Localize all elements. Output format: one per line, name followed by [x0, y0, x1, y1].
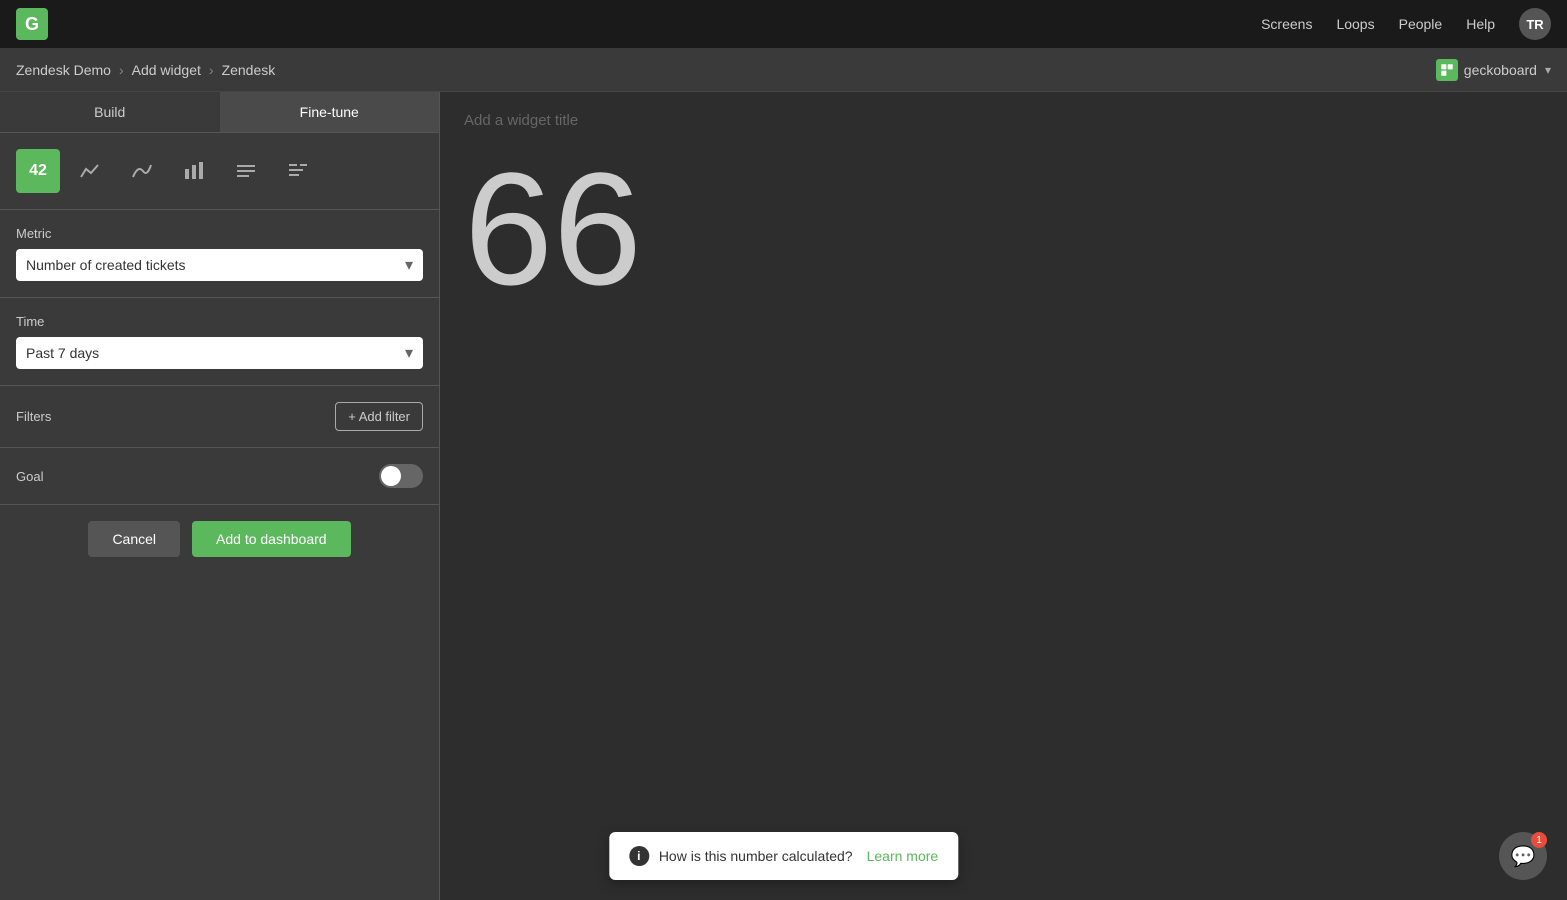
geckoboard-label: geckoboard — [1464, 62, 1537, 78]
time-select[interactable]: Past 7 days Past 30 days This week This … — [16, 337, 423, 369]
toast-notification: i How is this number calculated? Learn m… — [609, 832, 958, 880]
goal-toggle[interactable] — [379, 464, 423, 488]
add-filter-button[interactable]: + Add filter — [335, 402, 423, 431]
metric-section: Metric Number of created tickets Number … — [0, 210, 439, 298]
geckoboard-logo-icon — [1436, 59, 1458, 81]
toast-info-icon: i — [629, 846, 649, 866]
widget-number-display: 66 — [440, 129, 1567, 329]
chart-type-text[interactable] — [224, 149, 268, 193]
nav-screens[interactable]: Screens — [1261, 16, 1312, 32]
nav-right: Screens Loops People Help TR — [1261, 8, 1551, 40]
geckoboard-branding: geckoboard ▾ — [1436, 59, 1551, 81]
goal-section: Goal — [0, 448, 439, 505]
time-section: Time Past 7 days Past 30 days This week … — [0, 298, 439, 386]
nav-help[interactable]: Help — [1466, 16, 1495, 32]
filters-label: Filters — [16, 409, 51, 424]
chat-button[interactable]: 💬 1 — [1499, 832, 1547, 880]
breadcrumb-item-3[interactable]: Zendesk — [222, 62, 276, 78]
time-label: Time — [16, 314, 423, 329]
nav-people[interactable]: People — [1399, 16, 1443, 32]
chat-badge: 1 — [1531, 832, 1547, 848]
time-select-wrapper: Past 7 days Past 30 days This week This … — [16, 337, 423, 369]
metric-select-wrapper: Number of created tickets Number of solv… — [16, 249, 423, 281]
geckoboard-dropdown-arrow[interactable]: ▾ — [1545, 63, 1551, 77]
filters-section: Filters + Add filter — [0, 386, 439, 448]
user-avatar[interactable]: TR — [1519, 8, 1551, 40]
widget-title-placeholder[interactable]: Add a widget title — [440, 92, 1567, 129]
chart-type-leaderboard[interactable] — [276, 149, 320, 193]
toast-learn-more-link[interactable]: Learn more — [867, 848, 939, 864]
breadcrumb: Zendesk Demo › Add widget › Zendesk — [16, 62, 275, 78]
top-nav: G Screens Loops People Help TR — [0, 0, 1567, 48]
chart-type-number[interactable]: 42 — [16, 149, 60, 193]
metric-select[interactable]: Number of created tickets Number of solv… — [16, 249, 423, 281]
chart-type-bar[interactable] — [172, 149, 216, 193]
nav-loops[interactable]: Loops — [1336, 16, 1374, 32]
number-icon-label: 42 — [29, 162, 47, 180]
metric-label: Metric — [16, 226, 423, 241]
tab-build[interactable]: Build — [0, 92, 220, 132]
goal-label: Goal — [16, 469, 43, 484]
action-row: Cancel Add to dashboard — [0, 505, 439, 573]
toast-message: How is this number calculated? — [659, 848, 853, 864]
chart-type-curve[interactable] — [120, 149, 164, 193]
preview-panel: Add a widget title 66 — [440, 92, 1567, 900]
nav-left: G — [16, 8, 48, 40]
left-panel: Build Fine-tune 42 — [0, 92, 440, 900]
breadcrumb-bar: Zendesk Demo › Add widget › Zendesk geck… — [0, 48, 1567, 92]
tab-row: Build Fine-tune — [0, 92, 439, 133]
add-to-dashboard-button[interactable]: Add to dashboard — [192, 521, 351, 557]
breadcrumb-sep-2: › — [209, 62, 214, 78]
main-layout: Build Fine-tune 42 — [0, 92, 1567, 900]
breadcrumb-item-1[interactable]: Zendesk Demo — [16, 62, 111, 78]
breadcrumb-sep-1: › — [119, 62, 124, 78]
cancel-button[interactable]: Cancel — [88, 521, 180, 557]
tab-finetune[interactable]: Fine-tune — [220, 92, 440, 132]
app-logo[interactable]: G — [16, 8, 48, 40]
chat-icon: 💬 — [1511, 844, 1536, 869]
chart-type-line[interactable] — [68, 149, 112, 193]
chart-type-selector: 42 — [0, 133, 439, 210]
breadcrumb-item-2[interactable]: Add widget — [132, 62, 201, 78]
